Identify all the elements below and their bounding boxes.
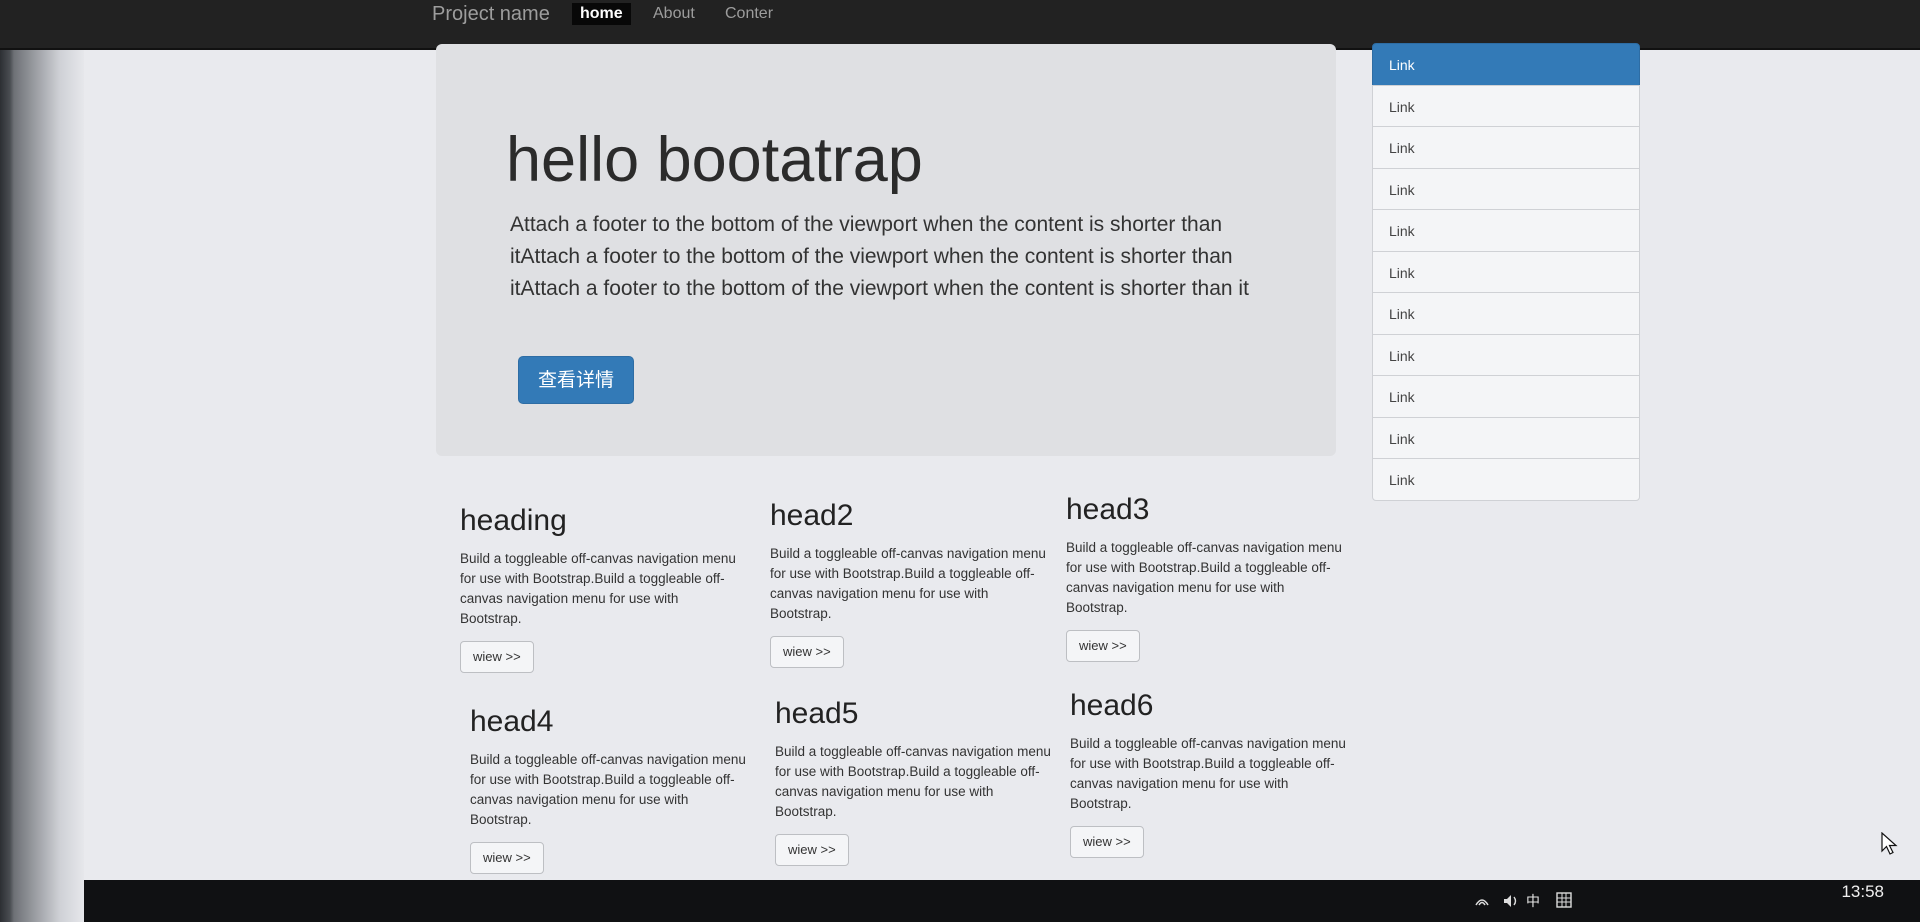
content-card: head3 Build a toggleable off-canvas navi… [1066,492,1346,662]
jumbotron: hello bootatrap Attach a footer to the b… [436,44,1336,456]
card-heading: head6 [1070,689,1154,722]
sidebar-link[interactable]: Link [1372,126,1640,169]
windows-taskbar: 中 13:58 [84,880,1920,922]
card-body: Build a toggleable off-canvas navigation… [775,744,1051,819]
jumbotron-text: Attach a footer to the bottom of the vie… [510,213,1249,300]
card-heading: head4 [470,705,554,738]
navbar-brand[interactable]: Project name [432,3,550,43]
card-body: Build a toggleable off-canvas navigation… [1066,540,1342,615]
sidebar-link[interactable]: Link [1372,333,1640,376]
content-card: heading Build a toggleable off-canvas na… [460,503,740,673]
view-more-button[interactable]: wiew >> [775,834,849,866]
card-heading: head2 [770,499,854,532]
card-heading: head5 [775,697,859,730]
sidebar-link[interactable]: Link [1372,43,1640,86]
view-details-button[interactable]: 查看详情 [518,356,634,404]
content-card: head2 Build a toggleable off-canvas navi… [770,498,1050,668]
card-body: Build a toggleable off-canvas navigation… [1070,736,1346,811]
clock-time: 13:58 [1841,882,1884,901]
content-card: head4 Build a toggleable off-canvas navi… [470,704,750,874]
sidebar-list-group: Link Link Link Link Link Link Link Link … [1372,43,1640,501]
taskbar-clock[interactable]: 13:58 [1841,882,1884,902]
sidebar-link[interactable]: Link [1372,250,1640,293]
card-body: Build a toggleable off-canvas navigation… [770,546,1046,621]
sidebar-link[interactable]: Link [1372,458,1640,501]
mouse-cursor-icon [1881,832,1898,855]
content-card: head6 Build a toggleable off-canvas navi… [1070,688,1350,858]
card-body: Build a toggleable off-canvas navigation… [460,551,736,626]
sidebar-link[interactable]: Link [1372,84,1640,127]
view-more-button[interactable]: wiew >> [470,842,544,874]
content-card: head5 Build a toggleable off-canvas navi… [775,696,1055,866]
network-icon[interactable] [1474,893,1490,909]
card-heading: head3 [1066,493,1150,526]
view-more-button[interactable]: wiew >> [460,641,534,673]
sidebar-link[interactable]: Link [1372,416,1640,459]
card-body: Build a toggleable off-canvas navigation… [470,752,746,827]
card-heading: heading [460,504,567,537]
sidebar-link[interactable]: Link [1372,292,1640,335]
view-more-button[interactable]: wiew >> [770,636,844,668]
nav-home[interactable]: home [572,3,631,25]
monitor-bezel [0,0,84,922]
sidebar-link[interactable]: Link [1372,167,1640,210]
nav-conter[interactable]: Conter [717,3,781,25]
input-mode-icon[interactable] [1556,892,1572,908]
jumbotron-title: hello bootatrap [506,125,923,195]
sidebar-link[interactable]: Link [1372,209,1640,252]
view-more-button[interactable]: wiew >> [1066,630,1140,662]
volume-icon[interactable] [1502,893,1520,909]
sidebar-link[interactable]: Link [1372,375,1640,418]
nav-about[interactable]: About [645,3,703,25]
ime-indicator[interactable]: 中 [1526,886,1540,916]
view-more-button[interactable]: wiew >> [1070,826,1144,858]
